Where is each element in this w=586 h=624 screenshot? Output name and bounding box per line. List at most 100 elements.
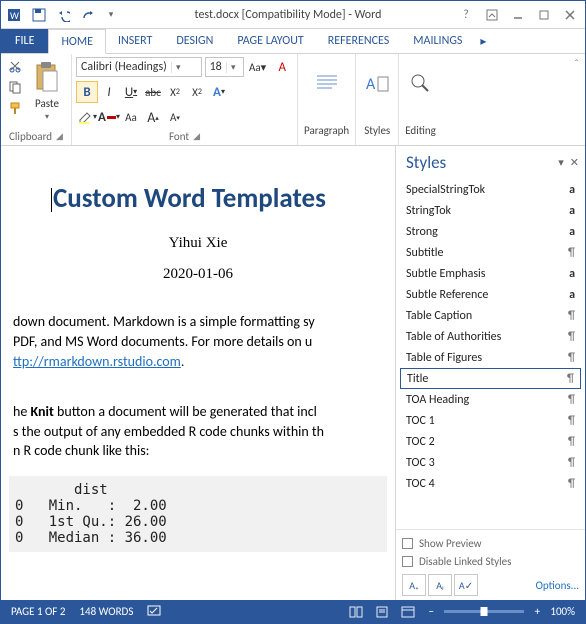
char-style-icon: a — [569, 288, 575, 302]
style-item-name: Subtle Emphasis — [406, 267, 485, 281]
tab-design[interactable]: DESIGN — [164, 29, 225, 53]
help-button[interactable]: ? — [453, 2, 479, 28]
copy-button[interactable] — [5, 77, 25, 97]
ribbon-display-button[interactable] — [479, 2, 505, 28]
style-item[interactable]: TOC 3¶ — [400, 452, 581, 473]
web-layout-button[interactable] — [398, 604, 418, 620]
italic-button[interactable]: I — [98, 81, 120, 103]
style-item-name: TOA Heading — [406, 393, 469, 407]
tab-insert[interactable]: INSERT — [106, 29, 164, 53]
minimize-button[interactable] — [505, 2, 531, 28]
styles-options-link[interactable]: Options... — [536, 579, 579, 592]
redo-button[interactable] — [75, 2, 99, 28]
shrink-font-button[interactable]: A▾ — [164, 106, 186, 128]
para-style-icon: ¶ — [567, 372, 574, 386]
collapse-ribbon-button[interactable]: ˆ — [574, 54, 585, 145]
word-app-icon[interactable]: W — [3, 2, 27, 28]
disable-linked-checkbox[interactable]: Disable Linked Styles — [402, 552, 579, 570]
doc-author[interactable]: Yihui Xie — [9, 235, 387, 252]
undo-button[interactable] — [51, 2, 75, 28]
manage-styles-button[interactable]: A✓ — [454, 574, 478, 596]
word-count[interactable]: 148 WORDS — [79, 605, 133, 618]
style-item[interactable]: Title¶ — [400, 368, 581, 389]
style-item[interactable]: TOC 4¶ — [400, 473, 581, 494]
bold-button[interactable]: B — [76, 81, 98, 103]
document-pane[interactable]: Custom Word Templates Yihui Xie 2020-01-… — [1, 146, 395, 600]
read-mode-button[interactable] — [346, 604, 366, 620]
style-item[interactable]: Table of Figures¶ — [400, 347, 581, 368]
group-editing[interactable]: Editing — [399, 54, 442, 145]
doc-link[interactable]: ttp://rmarkdown.rstudio.com — [13, 353, 181, 370]
doc-code-block[interactable]: dist 0 Min. : 2.00 0 1st Qu.: 26.00 0 Me… — [9, 476, 387, 552]
style-item[interactable]: TOA Heading¶ — [400, 389, 581, 410]
page-indicator[interactable]: PAGE 1 OF 2 — [11, 605, 65, 618]
doc-title[interactable]: Custom Word Templates — [9, 182, 387, 215]
qat-customize-button[interactable]: ▾ — [99, 2, 123, 28]
zoom-in-button[interactable]: + — [530, 605, 544, 618]
maximize-button[interactable] — [531, 2, 557, 28]
font-name-combo[interactable]: Calibri (Headings)▾ — [76, 57, 202, 77]
char-style-icon: a — [569, 183, 575, 197]
styles-pane-dropdown[interactable]: ▾ — [558, 156, 564, 169]
save-button[interactable] — [27, 2, 51, 28]
window-title: test.docx [Compatibility Mode] - Word — [123, 8, 453, 22]
style-inspector-button[interactable]: Aᵢ — [428, 574, 452, 596]
chevron-down-icon: ▾ — [45, 112, 49, 122]
cut-button[interactable] — [5, 56, 25, 76]
style-item-name: Subtitle — [406, 246, 444, 260]
tab-references[interactable]: REFERENCES — [316, 29, 402, 53]
para-style-icon: ¶ — [568, 477, 575, 491]
group-styles[interactable]: A Styles — [356, 54, 399, 145]
titlebar: W ▾ test.docx [Compatibility Mode] - Wor… — [1, 1, 585, 29]
new-style-button[interactable]: A₊ — [402, 574, 426, 596]
styles-list[interactable]: SpecialStringTokaStringTokaStrongaSubtit… — [396, 179, 585, 529]
style-item[interactable]: Stronga — [400, 221, 581, 242]
style-item-name: TOC 2 — [406, 435, 435, 449]
style-item[interactable]: StringToka — [400, 200, 581, 221]
tab-file[interactable]: FILE — [1, 29, 48, 53]
font-dialog-launcher[interactable]: ◢ — [193, 131, 200, 142]
highlight-button[interactable]: ▾ — [76, 106, 98, 128]
ribbon-tabs: FILE HOME INSERT DESIGN PAGE LAYOUT REFE… — [1, 29, 585, 54]
style-item[interactable]: TOC 2¶ — [400, 431, 581, 452]
font-size-combo[interactable]: 18▾ — [205, 57, 244, 77]
strikethrough-button[interactable]: abc — [142, 81, 164, 103]
styles-pane-close[interactable]: ✕ — [570, 156, 579, 169]
tab-mailings[interactable]: MAILINGS — [401, 29, 474, 53]
char-shading-button[interactable]: Aa — [120, 106, 142, 128]
tab-overflow[interactable]: ▸ — [474, 29, 492, 53]
style-item[interactable]: TOC 1¶ — [400, 410, 581, 431]
clear-formatting-button[interactable]: A — [271, 56, 293, 78]
style-item[interactable]: Table of Authorities¶ — [400, 326, 581, 347]
zoom-out-button[interactable]: − — [424, 605, 438, 618]
close-button[interactable] — [557, 2, 583, 28]
doc-paragraph-2[interactable]: he Knit button a document will be genera… — [9, 403, 387, 463]
subscript-button[interactable]: X2 — [164, 81, 186, 103]
underline-button[interactable]: U▾ — [120, 81, 142, 103]
style-item[interactable]: SpecialStringToka — [400, 179, 581, 200]
doc-date[interactable]: 2020-01-06 — [9, 266, 387, 283]
doc-paragraph-1[interactable]: down document. Markdown is a simple form… — [9, 313, 387, 373]
proofing-icon[interactable] — [147, 603, 161, 620]
format-painter-button[interactable] — [5, 98, 25, 118]
style-item[interactable]: Subtle Emphasisa — [400, 263, 581, 284]
tab-page-layout[interactable]: PAGE LAYOUT — [225, 29, 315, 53]
grow-font-button[interactable]: A▴ — [142, 106, 164, 128]
superscript-button[interactable]: X2 — [186, 81, 208, 103]
change-case-button[interactable]: Aa▾ — [247, 56, 269, 78]
zoom-level[interactable]: 100% — [550, 605, 575, 618]
show-preview-checkbox[interactable]: Show Preview — [402, 534, 579, 552]
print-layout-button[interactable] — [372, 604, 392, 620]
font-color-button[interactable]: A▾ — [98, 106, 120, 128]
zoom-slider[interactable] — [444, 610, 524, 613]
para-style-icon: ¶ — [568, 456, 575, 470]
text-effects-button[interactable]: A▾ — [208, 81, 230, 103]
clipboard-dialog-launcher[interactable]: ◢ — [56, 131, 63, 142]
group-paragraph[interactable]: Paragraph — [298, 54, 356, 145]
style-item[interactable]: Subtle Referencea — [400, 284, 581, 305]
style-item[interactable]: Table Caption¶ — [400, 305, 581, 326]
style-item[interactable]: Subtitle¶ — [400, 242, 581, 263]
paste-button[interactable]: Paste ▾ — [27, 56, 67, 122]
tab-home[interactable]: HOME — [48, 29, 106, 54]
slider-thumb[interactable] — [481, 607, 488, 616]
